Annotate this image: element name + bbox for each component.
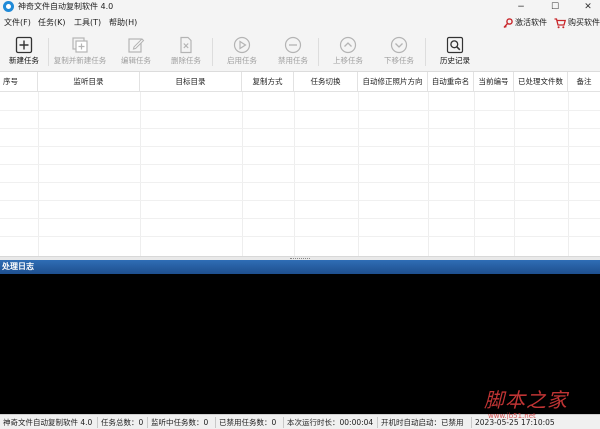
grid-line bbox=[514, 92, 515, 256]
status-listening-tasks: 监听中任务数：0 bbox=[151, 418, 209, 427]
column-header-remarks[interactable]: 备注 bbox=[568, 72, 600, 92]
status-run-time: 本次运行时长：00:00:04 bbox=[287, 418, 374, 427]
grid-line bbox=[38, 92, 39, 256]
maximize-button[interactable]: ☐ bbox=[544, 0, 566, 14]
disable-task-label: 禁用任务 bbox=[278, 56, 308, 65]
toolbar-separator bbox=[212, 38, 213, 66]
move-up-task-button[interactable]: 上移任务 bbox=[320, 35, 376, 71]
column-header-auto-rename[interactable]: 自动重命名 bbox=[428, 72, 474, 92]
new-task-label: 新建任务 bbox=[9, 56, 39, 65]
status-separator bbox=[147, 417, 148, 428]
status-datetime: 2023-05-25 17:10:05 bbox=[475, 418, 555, 427]
minimize-button[interactable]: − bbox=[510, 0, 532, 14]
status-bar: 神奇文件自动复制软件 4.0 任务总数：0 监听中任务数：0 已禁用任务数：0 … bbox=[0, 414, 600, 429]
log-panel-title: 处理日志 bbox=[2, 262, 34, 271]
grid-line bbox=[294, 92, 295, 256]
toolbar-separator bbox=[318, 38, 319, 66]
close-button[interactable]: ✕ bbox=[577, 0, 599, 14]
grid-line bbox=[428, 92, 429, 256]
grid-line bbox=[0, 182, 600, 183]
grid-line bbox=[0, 200, 600, 201]
chevron-down-circle-icon bbox=[390, 36, 408, 54]
history-label: 历史记录 bbox=[440, 56, 470, 65]
cart-icon bbox=[554, 17, 566, 28]
menu-file[interactable]: 文件(F) bbox=[4, 18, 31, 28]
task-table[interactable]: 序号 监听目录 目标目录 复制方式 任务切换 自动修正照片方向 自动重命名 当前… bbox=[0, 72, 600, 256]
grid-line bbox=[0, 110, 600, 111]
log-output[interactable] bbox=[0, 274, 600, 414]
status-separator bbox=[377, 417, 378, 428]
disable-task-button[interactable]: 禁用任务 bbox=[265, 35, 321, 71]
column-header-target-dir[interactable]: 目标目录 bbox=[140, 72, 242, 92]
grid-line bbox=[474, 92, 475, 256]
status-app-name: 神奇文件自动复制软件 4.0 bbox=[3, 418, 93, 427]
menu-tools[interactable]: 工具(T) bbox=[74, 18, 101, 28]
menu-help[interactable]: 帮助(H) bbox=[109, 18, 137, 28]
edit-icon bbox=[128, 38, 145, 53]
status-separator bbox=[215, 417, 216, 428]
activate-software-link[interactable]: 激活软件 bbox=[503, 17, 547, 29]
grid-line bbox=[0, 218, 600, 219]
move-down-task-button[interactable]: 下移任务 bbox=[371, 35, 427, 71]
window-title: 神奇文件自动复制软件 4.0 bbox=[18, 2, 114, 11]
edit-task-button[interactable]: 编辑任务 bbox=[108, 35, 164, 71]
table-header: 序号 监听目录 目标目录 复制方式 任务切换 自动修正照片方向 自动重命名 当前… bbox=[0, 72, 600, 92]
column-header-copy-mode[interactable]: 复制方式 bbox=[242, 72, 294, 92]
menu-bar: 文件(F) 任务(K) 工具(T) 帮助(H) 激活软件 购买软件 bbox=[0, 14, 600, 32]
status-disabled-tasks: 已禁用任务数：0 bbox=[219, 418, 277, 427]
toolbar-separator bbox=[425, 38, 426, 66]
column-header-processed-count[interactable]: 已处理文件数 bbox=[514, 72, 568, 92]
toolbar-separator bbox=[48, 38, 49, 66]
key-icon bbox=[503, 17, 513, 28]
play-icon bbox=[233, 36, 251, 54]
new-task-button[interactable]: 新建任务 bbox=[0, 35, 52, 71]
column-header-auto-rotate[interactable]: 自动修正照片方向 bbox=[358, 72, 428, 92]
delete-file-icon bbox=[180, 36, 192, 54]
copy-new-task-button[interactable]: 复制并新建任务 bbox=[52, 35, 108, 71]
buy-software-label: 购买软件 bbox=[568, 18, 600, 27]
status-separator bbox=[471, 417, 472, 428]
enable-task-button[interactable]: 启用任务 bbox=[214, 35, 270, 71]
toolbar: 新建任务 复制并新建任务 编辑任务 删除任务 启用任务 禁用任务 上移任务 下移… bbox=[0, 32, 600, 72]
grid-line bbox=[242, 92, 243, 256]
grid-line bbox=[0, 128, 600, 129]
grid-line bbox=[140, 92, 141, 256]
delete-task-label: 删除任务 bbox=[171, 56, 201, 65]
plus-box-icon bbox=[15, 36, 33, 54]
activate-software-label: 激活软件 bbox=[515, 18, 547, 27]
minus-circle-icon bbox=[284, 36, 302, 54]
copy-add-icon bbox=[72, 37, 88, 53]
menu-task[interactable]: 任务(K) bbox=[38, 18, 66, 28]
status-separator bbox=[97, 417, 98, 428]
column-header-current-number[interactable]: 当前编号 bbox=[474, 72, 514, 92]
move-up-task-label: 上移任务 bbox=[333, 56, 363, 65]
grid-line bbox=[0, 236, 600, 237]
grid-line bbox=[0, 164, 600, 165]
grid-line bbox=[0, 146, 600, 147]
chevron-up-circle-icon bbox=[339, 36, 357, 54]
edit-task-label: 编辑任务 bbox=[121, 56, 151, 65]
history-button[interactable]: 历史记录 bbox=[427, 35, 483, 71]
status-autostart: 开机时自动启动：已禁用 bbox=[381, 418, 464, 427]
title-bar: 神奇文件自动复制软件 4.0 − ☐ ✕ bbox=[0, 0, 600, 14]
enable-task-label: 启用任务 bbox=[227, 56, 257, 65]
buy-software-link[interactable]: 购买软件 bbox=[554, 17, 600, 29]
history-search-icon bbox=[446, 36, 464, 54]
column-header-task-switch[interactable]: 任务切换 bbox=[294, 72, 358, 92]
app-icon bbox=[3, 1, 14, 12]
delete-task-button[interactable]: 删除任务 bbox=[158, 35, 214, 71]
column-header-index[interactable]: 序号 bbox=[0, 72, 38, 92]
status-separator bbox=[283, 417, 284, 428]
move-down-task-label: 下移任务 bbox=[384, 56, 414, 65]
copy-new-task-label: 复制并新建任务 bbox=[53, 56, 107, 65]
grid-line bbox=[358, 92, 359, 256]
log-panel-header: 处理日志 bbox=[0, 260, 600, 274]
grid-line bbox=[568, 92, 569, 256]
column-header-watch-dir[interactable]: 监听目录 bbox=[38, 72, 140, 92]
status-total-tasks: 任务总数：0 bbox=[101, 418, 144, 427]
